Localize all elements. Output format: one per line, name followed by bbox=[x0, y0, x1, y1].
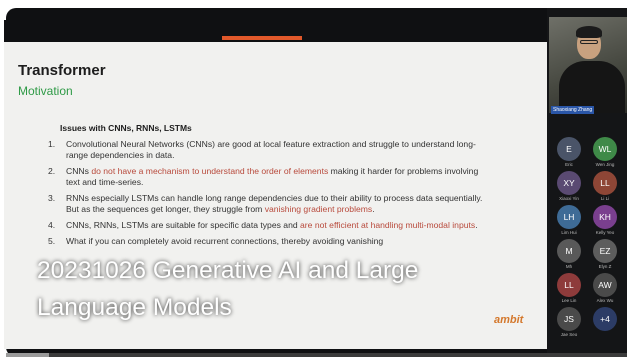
participant-name: Wen Jing bbox=[595, 162, 615, 167]
participant-avatar[interactable]: EZ bbox=[593, 239, 617, 263]
speaker-name-label: Shaoxiang Zhang bbox=[551, 106, 595, 114]
participant-avatar[interactable]: +4 bbox=[593, 307, 617, 331]
bullet-text: . bbox=[372, 204, 375, 215]
participant-name: Lim Hui bbox=[561, 230, 577, 235]
participant-name: Alex Wu bbox=[596, 298, 614, 303]
slide-accent-bar bbox=[222, 36, 302, 40]
participant-avatar[interactable]: AW bbox=[593, 273, 617, 297]
bullet-number: 3. bbox=[48, 193, 56, 204]
bullet-number: 1. bbox=[48, 139, 56, 149]
participant-avatar[interactable]: E bbox=[557, 137, 581, 161]
bullet-number: 5. bbox=[48, 236, 56, 247]
playback-progress-bar[interactable] bbox=[6, 353, 627, 357]
speaker-video-tile[interactable] bbox=[549, 17, 627, 113]
slide-title: Transformer bbox=[18, 62, 106, 79]
video-title: 20231026 Generative AI and Large Languag… bbox=[37, 257, 419, 321]
bullet-number: 4. bbox=[48, 220, 56, 231]
participant-avatar[interactable]: JS bbox=[557, 307, 581, 331]
participant-name: Mh bbox=[565, 264, 573, 269]
bullet-text: Convolutional Neural Networks (CNNs) are… bbox=[66, 139, 476, 161]
playback-progress-fill bbox=[6, 353, 50, 357]
participant-name: Eric bbox=[565, 162, 573, 167]
bullet-text: What if you can completely avoid recurre… bbox=[66, 236, 384, 247]
slide-bullet-item: 3. RNNs especially LSTMs can handle long … bbox=[48, 193, 488, 216]
bullet-text: CNNs, RNNs, LSTMs are suitable for speci… bbox=[66, 220, 301, 231]
participant-avatar[interactable]: LL bbox=[557, 273, 581, 297]
slide-bullet-item: 4. CNNs, RNNs, LSTMs are suitable for spe… bbox=[48, 220, 488, 231]
slide-heading: Issues with CNNs, RNNs, LSTMs bbox=[60, 123, 192, 133]
speaker-glasses bbox=[580, 40, 598, 44]
participant-avatar[interactable]: KH bbox=[593, 205, 617, 229]
slide-bullet-list: 1. Convolutional Neural Networks (CNNs) a… bbox=[48, 139, 488, 252]
slide-subtitle: Motivation bbox=[18, 84, 73, 98]
participant-name: Jae Seo bbox=[560, 332, 578, 337]
participant-avatar[interactable]: XY bbox=[557, 171, 581, 195]
bullet-text: . bbox=[475, 220, 478, 231]
bullet-emphasis-text: are not efficient at handling multi-moda… bbox=[300, 220, 476, 231]
bullet-emphasis-text: do not have a mechanism to understand th… bbox=[91, 166, 329, 177]
participant-avatar[interactable]: M bbox=[557, 239, 581, 263]
participant-avatar[interactable]: LL bbox=[593, 171, 617, 195]
slide-bullet-item: 2. CNNs do not have a mechanism to unders… bbox=[48, 166, 488, 189]
participant-avatar[interactable]: WL bbox=[593, 137, 617, 161]
participant-name: Li Li bbox=[600, 196, 610, 201]
participant-name: Kelly Yeo bbox=[595, 230, 615, 235]
participant-name: Lee Lin bbox=[561, 298, 577, 303]
slide-bullet-item: 1. Convolutional Neural Networks (CNNs) a… bbox=[48, 139, 488, 162]
speaker-hair bbox=[576, 26, 602, 38]
bullet-emphasis-text: vanishing gradient problems bbox=[264, 204, 373, 215]
participant-name: Elyn Z bbox=[598, 264, 612, 269]
bullet-text: CNNs bbox=[66, 166, 92, 177]
bullet-number: 2. bbox=[48, 166, 56, 177]
participant-avatar[interactable]: LH bbox=[557, 205, 581, 229]
participant-name: Xiaoxi Yin bbox=[559, 196, 579, 201]
slide-bullet-item: 5. What if you can completely avoid recur… bbox=[48, 236, 488, 247]
